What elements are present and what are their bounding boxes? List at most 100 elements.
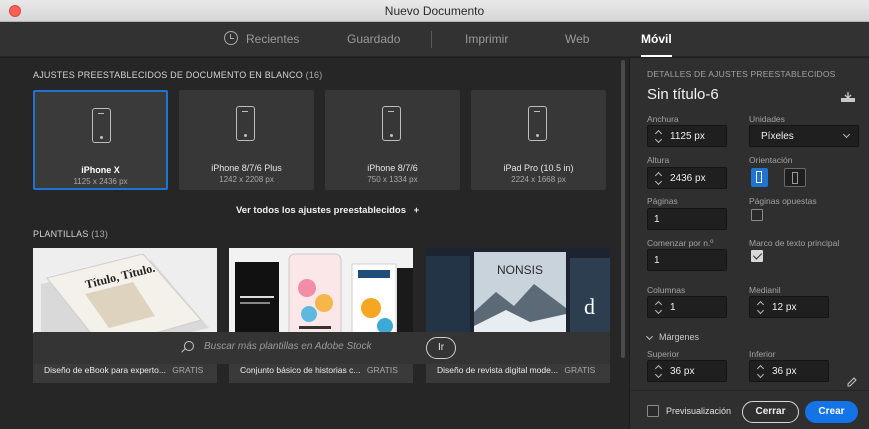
units-select[interactable]: Píxeles bbox=[749, 125, 859, 147]
top-margin-field[interactable]: 36 px bbox=[647, 360, 727, 382]
template-name: Diseño de revista digital mode... bbox=[437, 365, 558, 375]
gutter-field[interactable]: 12 px bbox=[749, 296, 829, 318]
stepper-icon[interactable] bbox=[655, 129, 663, 143]
tab-web[interactable]: Web bbox=[565, 32, 589, 46]
columns-field[interactable]: 1 bbox=[647, 296, 727, 318]
tab-divider bbox=[431, 31, 432, 48]
gutter-value: 12 px bbox=[772, 302, 797, 313]
pages-field[interactable]: 1 bbox=[647, 208, 727, 230]
pages-value: 1 bbox=[654, 214, 660, 225]
width-field[interactable]: 1125 px bbox=[647, 125, 727, 147]
template-tag: GRATIS bbox=[172, 365, 204, 375]
link-margins-icon[interactable] bbox=[847, 377, 857, 387]
margins-section-toggle[interactable]: Márgenes bbox=[659, 332, 699, 342]
stock-search-bar: Buscar más plantillas en Adobe Stock Ir bbox=[33, 332, 610, 364]
preset-name: iPad Pro (10.5 in) bbox=[503, 163, 574, 173]
main-content: AJUSTES PREESTABLECIDOS DE DOCUMENTO EN … bbox=[0, 58, 629, 429]
columns-label: Columnas bbox=[647, 285, 686, 295]
template-caption: Diseño de revista digital mode... GRATIS bbox=[437, 365, 595, 375]
tablet-icon bbox=[528, 106, 547, 141]
stepper-icon[interactable] bbox=[655, 300, 663, 314]
clock-icon bbox=[224, 31, 238, 45]
preset-card-iphone-876-plus[interactable]: iPhone 8/7/6 Plus 1242 x 2208 px bbox=[179, 90, 314, 190]
top-margin-value: 36 px bbox=[670, 366, 695, 377]
preset-size: 1125 x 2436 px bbox=[73, 177, 128, 186]
preview-checkbox[interactable] bbox=[647, 405, 659, 417]
bottom-margin-field[interactable]: 36 px bbox=[749, 360, 829, 382]
chevron-down-icon bbox=[842, 130, 851, 139]
tab-recientes[interactable]: Recientes bbox=[246, 32, 299, 46]
save-preset-icon[interactable] bbox=[841, 92, 855, 102]
orientation-label: Orientación bbox=[749, 155, 793, 165]
start-page-field[interactable]: 1 bbox=[647, 249, 727, 271]
bottom-margin-value: 36 px bbox=[772, 366, 797, 377]
stepper-icon[interactable] bbox=[655, 364, 663, 378]
template-caption: Conjunto básico de historias c... GRATIS bbox=[240, 365, 398, 375]
templates-count: (13) bbox=[91, 229, 109, 239]
pages-label: Páginas bbox=[647, 196, 678, 206]
tab-guardado[interactable]: Guardado bbox=[347, 32, 400, 46]
height-field[interactable]: 2436 px bbox=[647, 167, 727, 189]
scrollbar[interactable] bbox=[621, 58, 626, 429]
magazine-cover-title: NONSIS bbox=[497, 263, 543, 277]
presets-count: (16) bbox=[305, 70, 323, 80]
templates-section-title: PLANTILLAS (13) bbox=[33, 229, 108, 239]
stock-search-input[interactable]: Buscar más plantillas en Adobe Stock bbox=[204, 341, 372, 352]
facing-pages-checkbox[interactable] bbox=[751, 209, 763, 221]
preset-size: 1242 x 2208 px bbox=[219, 175, 274, 184]
tab-movil[interactable]: Móvil bbox=[641, 32, 672, 46]
template-tag: GRATIS bbox=[366, 365, 398, 375]
start-page-label: Comenzar por n.º bbox=[647, 238, 714, 248]
preview-label: Previsualización bbox=[666, 406, 732, 416]
stepper-icon[interactable] bbox=[757, 300, 765, 314]
scrollbar-thumb[interactable] bbox=[621, 60, 625, 358]
create-button[interactable]: Crear bbox=[805, 401, 858, 423]
preset-card-ipad-pro[interactable]: iPad Pro (10.5 in) 2224 x 1668 px bbox=[471, 90, 606, 190]
columns-value: 1 bbox=[670, 302, 676, 313]
chevron-down-icon[interactable] bbox=[645, 332, 654, 341]
tab-imprimir[interactable]: Imprimir bbox=[465, 32, 508, 46]
window-titlebar: Nuevo Documento bbox=[0, 0, 869, 22]
width-value: 1125 px bbox=[670, 131, 705, 142]
portrait-orientation-button[interactable] bbox=[751, 168, 768, 187]
template-name: Diseño de eBook para experto... bbox=[44, 365, 166, 375]
landscape-icon bbox=[792, 172, 798, 184]
see-all-presets-link[interactable]: Ver todos los ajustes preestablecidos + bbox=[236, 205, 419, 216]
panel-header: DETALLES DE AJUSTES PREESTABLECIDOS bbox=[647, 69, 836, 79]
close-button[interactable]: Cerrar bbox=[742, 401, 799, 423]
start-page-value: 1 bbox=[654, 255, 660, 266]
landscape-orientation-button[interactable] bbox=[784, 168, 806, 187]
svg-text:d: d bbox=[584, 294, 595, 319]
units-label: Unidades bbox=[749, 114, 785, 124]
preset-card-iphone-x[interactable]: iPhone X 1125 x 2436 px bbox=[33, 90, 168, 190]
template-name: Conjunto básico de historias c... bbox=[240, 365, 361, 375]
stepper-icon[interactable] bbox=[757, 364, 765, 378]
height-value: 2436 px bbox=[670, 173, 706, 184]
active-tab-indicator bbox=[641, 55, 672, 57]
document-name-field[interactable]: Sin título-6 bbox=[647, 86, 719, 103]
search-icon bbox=[184, 341, 194, 351]
top-margin-label: Superior bbox=[647, 349, 680, 359]
see-all-label: Ver todos los ajustes preestablecidos bbox=[236, 205, 407, 216]
width-label: Anchura bbox=[647, 114, 679, 124]
presets-title-text: AJUSTES PREESTABLECIDOS DE DOCUMENTO EN … bbox=[33, 70, 303, 80]
height-label: Altura bbox=[647, 155, 670, 165]
bottom-margin-label: Inferior bbox=[749, 349, 776, 359]
templates-title-text: PLANTILLAS bbox=[33, 229, 89, 239]
presets-section-title: AJUSTES PREESTABLECIDOS DE DOCUMENTO EN … bbox=[33, 70, 322, 80]
preset-size: 750 x 1334 px bbox=[367, 175, 418, 184]
gutter-label: Medianil bbox=[749, 285, 781, 295]
template-caption: Diseño de eBook para experto... GRATIS bbox=[44, 365, 203, 375]
search-go-button[interactable]: Ir bbox=[426, 337, 456, 359]
stepper-icon[interactable] bbox=[655, 171, 663, 185]
portrait-icon bbox=[756, 171, 762, 183]
preset-card-iphone-876[interactable]: iPhone 8/7/6 750 x 1334 px bbox=[325, 90, 460, 190]
facing-pages-label: Páginas opuestas bbox=[749, 196, 817, 206]
preset-name: iPhone 8/7/6 bbox=[367, 163, 418, 173]
preset-name: iPhone 8/7/6 Plus bbox=[211, 163, 282, 173]
phone-icon bbox=[382, 106, 401, 141]
primary-text-frame-checkbox[interactable] bbox=[751, 250, 763, 262]
phone-icon bbox=[92, 108, 111, 143]
template-tag: GRATIS bbox=[564, 365, 596, 375]
panel-footer: Previsualización Cerrar Crear bbox=[630, 390, 869, 429]
